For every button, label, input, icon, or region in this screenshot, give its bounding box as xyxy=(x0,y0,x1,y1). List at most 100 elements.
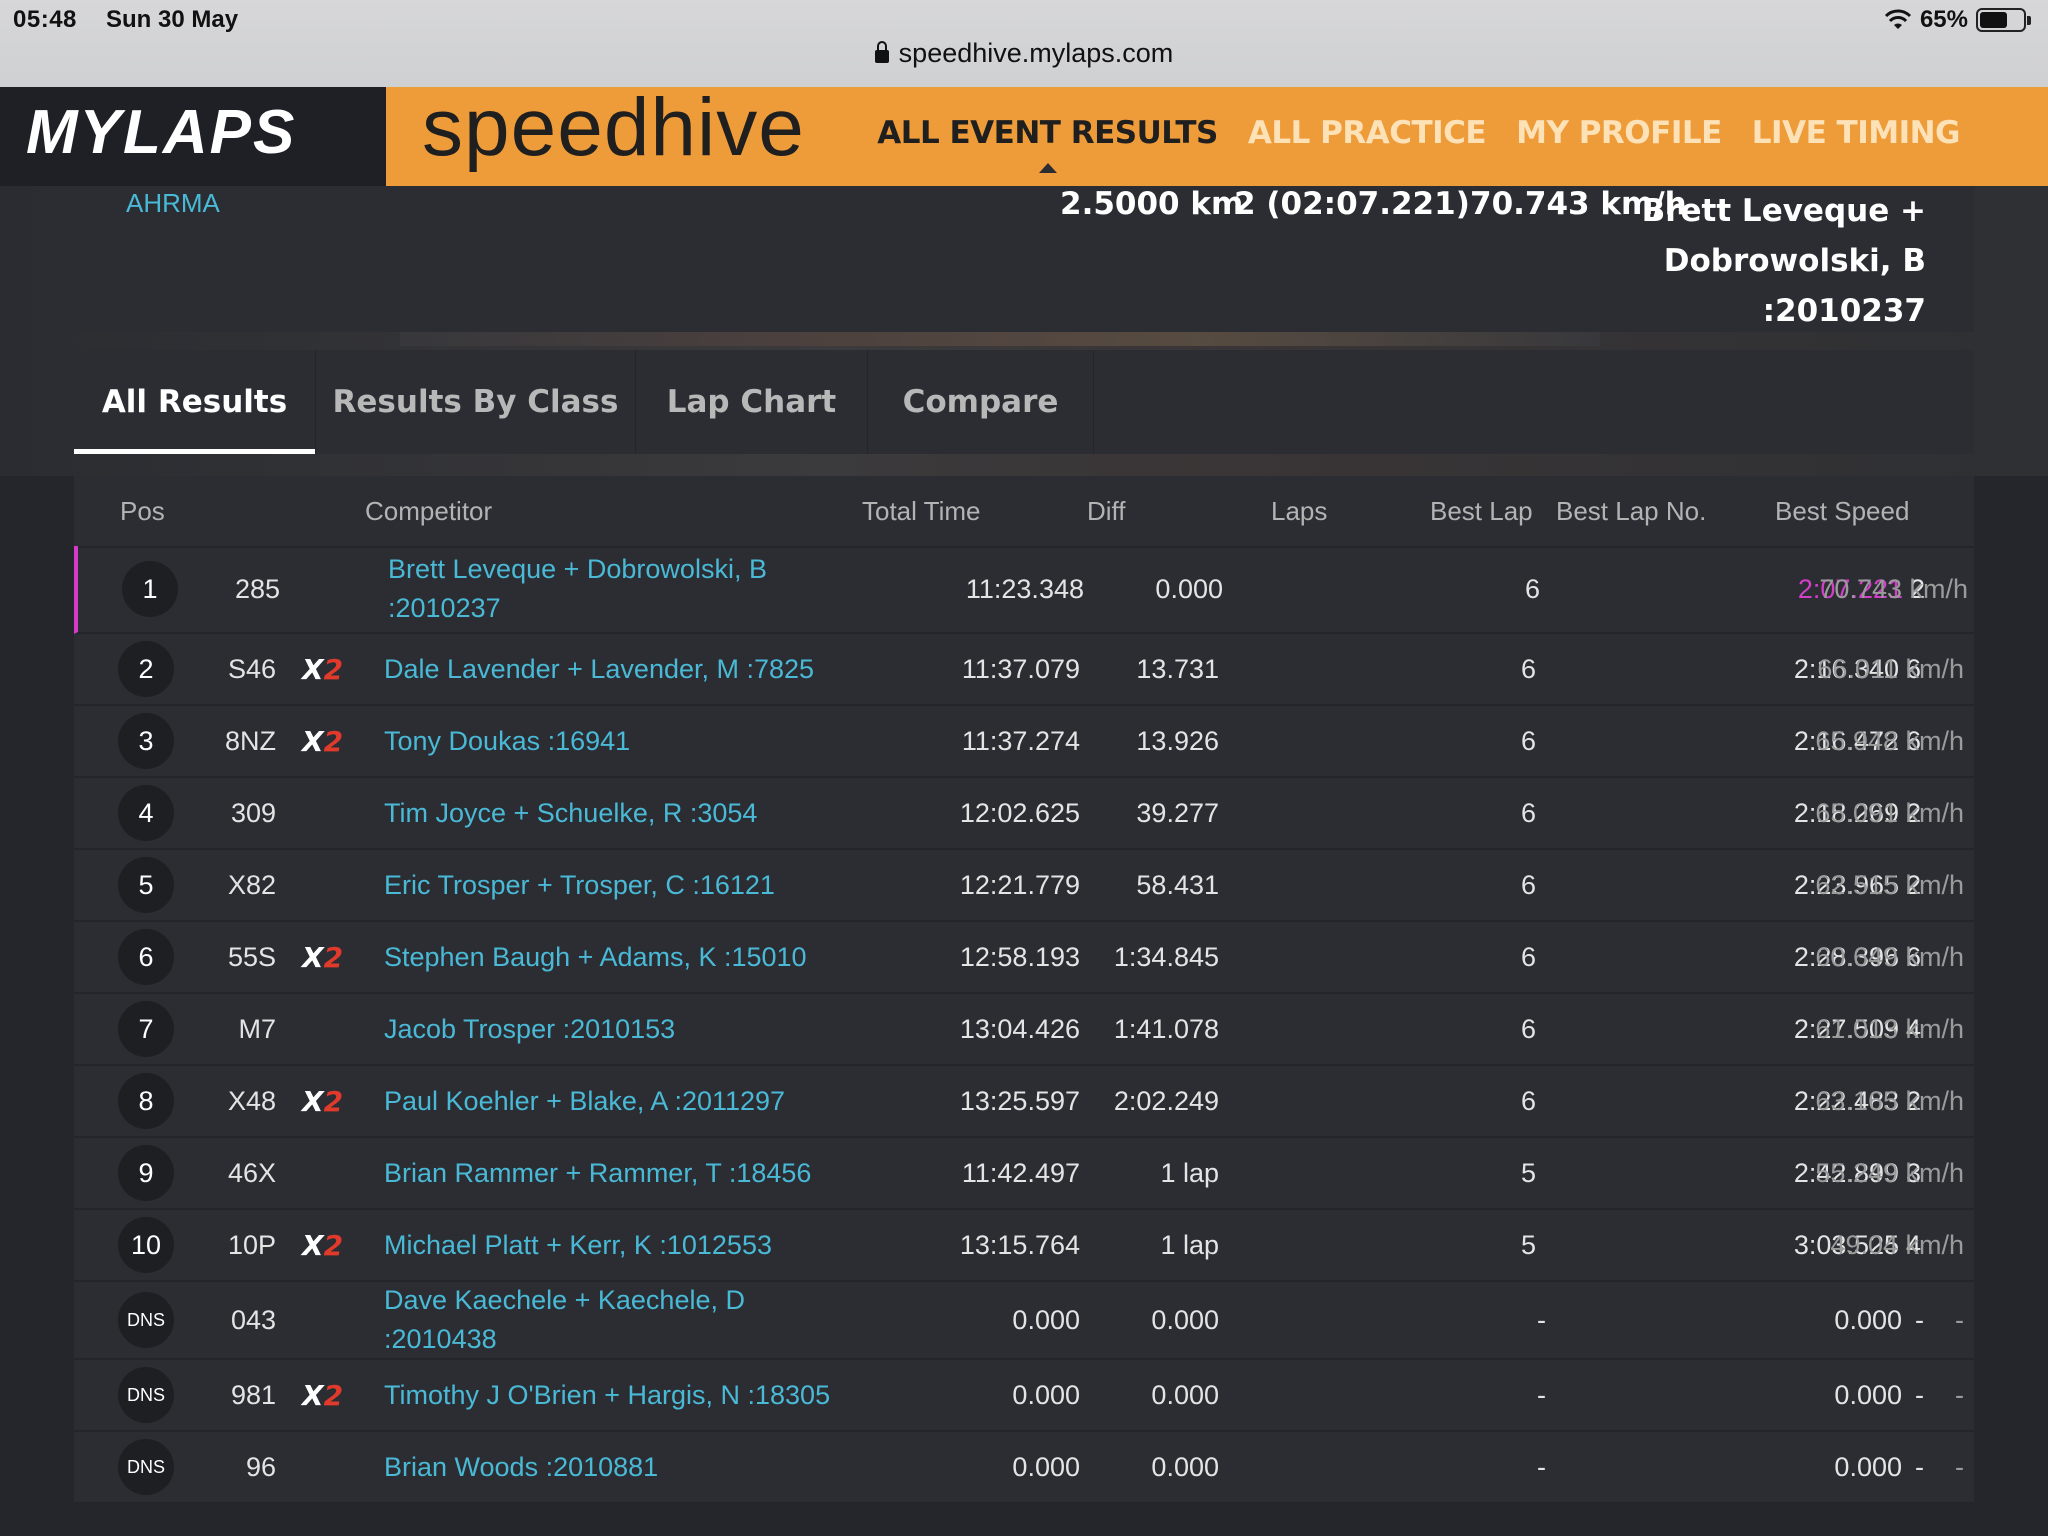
position-badge: 6 xyxy=(118,929,174,985)
col-pos[interactable]: Pos xyxy=(120,496,165,527)
table-row[interactable]: 8 X48 X2 Paul Koehler + Blake, A :2011297 13… xyxy=(74,1066,1974,1138)
table-row[interactable]: 10 10P X2 Michael Platt + Kerr, K :1012553 1… xyxy=(74,1210,1974,1282)
tab-all-results[interactable]: All Results xyxy=(74,350,316,454)
table-row[interactable]: 2 S46 X2 Dale Lavender + Lavender, M :7825 1… xyxy=(74,634,1974,706)
competitor-link[interactable]: Tim Joyce + Schuelke, R :3054 xyxy=(384,794,757,833)
competitor-link[interactable]: Jacob Trosper :2010153 xyxy=(384,1010,675,1049)
x2-badge: X2 xyxy=(302,652,344,686)
position-badge: 1 xyxy=(122,561,178,617)
total-time: 13:25.597 xyxy=(959,1085,1080,1116)
table-row[interactable]: 3 8NZ X2 Tony Doukas :16941 11:37.274 13.926 6… xyxy=(74,706,1974,778)
table-row[interactable]: DNS 981 X2 Timothy J O'Brien + Hargis, N :1… xyxy=(74,1360,1974,1432)
pos-cell: 3 xyxy=(118,706,178,776)
diff: 13.731 xyxy=(1136,653,1219,684)
total-time: 13:04.426 xyxy=(959,1013,1080,1044)
speedhive-logo[interactable]: speedhive xyxy=(422,81,805,175)
diff: 39.277 xyxy=(1136,797,1219,828)
lock-icon xyxy=(874,41,889,63)
competitor-link[interactable]: Timothy J O'Brien + Hargis, N :18305 xyxy=(384,1376,830,1415)
position-badge: 4 xyxy=(118,785,174,841)
table-row[interactable]: 7 M7 Jacob Trosper :2010153 13:04.426 1:41.0… xyxy=(74,994,1974,1066)
competitor-cell: Brett Leveque + Dobrowolski, B:2010237 xyxy=(388,546,948,632)
competitor-link[interactable]: Brian Woods :2010881 xyxy=(384,1448,658,1487)
competitor-link[interactable]: Dave Kaechele + Kaechele, D:2010438 xyxy=(384,1281,745,1359)
battery-icon xyxy=(1976,8,2031,32)
competitor-cell: Eric Trosper + Trosper, C :16121 xyxy=(384,850,944,920)
col-best-speed[interactable]: Best Speed xyxy=(1775,496,1909,527)
col-diff[interactable]: Diff xyxy=(1087,496,1126,527)
table-row[interactable]: DNS 043 Dave Kaechele + Kaechele, D:201043… xyxy=(74,1282,1974,1360)
diff: 2:02.249 xyxy=(1113,1085,1219,1116)
bike-number: 285 xyxy=(234,573,280,604)
table-row[interactable]: 9 46X Brian Rammer + Rammer, T :18456 11:42… xyxy=(74,1138,1974,1210)
diff: 0.000 xyxy=(1151,1379,1219,1410)
status-date: Sun 30 May xyxy=(106,6,239,33)
best-speed: 65.091 km/h xyxy=(1815,797,1964,828)
bike-number: S46 xyxy=(227,653,276,684)
competitor-cell: Stephen Baugh + Adams, K :15010 xyxy=(384,922,944,992)
status-right: 65% xyxy=(1884,6,2031,34)
competitor-link[interactable]: Tony Doukas :16941 xyxy=(384,722,630,761)
nav-all-event-results[interactable]: ALL EVENT RESULTS xyxy=(877,115,1218,173)
results-table: Pos Competitor Total Time Diff Laps Best… xyxy=(74,476,1974,1504)
bike-number: X48 xyxy=(227,1085,276,1116)
col-laps[interactable]: Laps xyxy=(1271,496,1327,527)
competitor-link[interactable]: Eric Trosper + Trosper, C :16121 xyxy=(384,866,775,905)
best-speed: - xyxy=(1955,1451,1964,1482)
brand-bar: speedhive ALL EVENT RESULTS ALL PRACTICE… xyxy=(386,82,2048,186)
total-time: 11:37.274 xyxy=(961,725,1080,756)
organization-link[interactable]: AHRMA xyxy=(126,188,220,219)
x2-badge: X2 xyxy=(302,940,344,974)
best-speed: 62.515 km/h xyxy=(1815,869,1964,900)
bike-number: 8NZ xyxy=(224,725,276,756)
table-row[interactable]: 6 55S X2 Stephen Baugh + Adams, K :15010 12:… xyxy=(74,922,1974,994)
total-time: 0.000 xyxy=(1012,1451,1080,1482)
tab-lap-chart[interactable]: Lap Chart xyxy=(636,350,868,454)
col-competitor[interactable]: Competitor xyxy=(365,496,492,527)
competitor-cell: Tony Doukas :16941 xyxy=(384,706,944,776)
results-tabs: All Results Results By Class Lap Chart C… xyxy=(74,350,1974,454)
tab-compare[interactable]: Compare xyxy=(868,350,1094,454)
tab-results-by-class[interactable]: Results By Class xyxy=(316,350,636,454)
competitor-link[interactable]: Dale Lavender + Lavender, M :7825 xyxy=(384,650,814,689)
pos-cell: 2 xyxy=(118,634,178,704)
competitor-link[interactable]: Brian Rammer + Rammer, T :18456 xyxy=(384,1154,811,1193)
diff: 1 lap xyxy=(1160,1229,1219,1260)
diff: 0.000 xyxy=(1155,573,1223,604)
status-time: 05:48 xyxy=(13,6,77,33)
col-best-lap[interactable]: Best Lap xyxy=(1430,496,1533,527)
total-time: 13:15.764 xyxy=(959,1229,1080,1260)
col-best-lap-no[interactable]: Best Lap No. xyxy=(1556,496,1706,527)
table-row[interactable]: 1 285 Brett Leveque + Dobrowolski, B:20102… xyxy=(74,546,1974,634)
diff: 0.000 xyxy=(1151,1304,1219,1335)
nav-live-timing[interactable]: LIVE TIMING xyxy=(1752,115,1961,151)
competitor-cell: Brian Rammer + Rammer, T :18456 xyxy=(384,1138,944,1208)
col-total-time[interactable]: Total Time xyxy=(862,496,981,527)
position-badge: 3 xyxy=(118,713,174,769)
diff: 1:41.078 xyxy=(1113,1013,1219,1044)
diff: 58.431 xyxy=(1136,869,1219,900)
ios-status-bar: 05:48 Sun 30 May 65% speedhive.mylaps.co… xyxy=(0,0,2048,87)
url-text: speedhive.mylaps.com xyxy=(898,38,1174,68)
competitor-cell: Dave Kaechele + Kaechele, D:2010438 xyxy=(384,1282,944,1358)
competitor-link[interactable]: Brett Leveque + Dobrowolski, B:2010237 xyxy=(388,550,767,628)
bike-number: 309 xyxy=(230,797,276,828)
table-row[interactable]: DNS 96 Brian Woods :2010881 0.000 0.000-0.00… xyxy=(74,1432,1974,1504)
competitor-link[interactable]: Paul Koehler + Blake, A :2011297 xyxy=(384,1082,785,1121)
bike-number: 96 xyxy=(245,1451,276,1482)
pos-cell: 10 xyxy=(118,1210,178,1280)
table-row[interactable]: 4 309 Tim Joyce + Schuelke, R :3054 12:02.6… xyxy=(74,778,1974,850)
table-row[interactable]: 5 X82 Eric Trosper + Trosper, C :16121 12:2… xyxy=(74,850,1974,922)
total-time: 11:23.348 xyxy=(965,573,1084,604)
best-speed: 66.011 km/h xyxy=(1817,653,1964,684)
mylaps-logo-box[interactable]: MYLAPS xyxy=(0,87,386,186)
competitor-cell: Tim Joyce + Schuelke, R :3054 xyxy=(384,778,944,848)
competitor-link[interactable]: Stephen Baugh + Adams, K :15010 xyxy=(384,938,807,977)
nav-my-profile[interactable]: MY PROFILE xyxy=(1516,115,1722,151)
total-time: 0.000 xyxy=(1012,1304,1080,1335)
nav-all-practice[interactable]: ALL PRACTICE xyxy=(1248,115,1487,151)
competitor-link[interactable]: Michael Platt + Kerr, K :1012553 xyxy=(384,1226,772,1265)
diff: 1 lap xyxy=(1160,1157,1219,1188)
address-bar[interactable]: speedhive.mylaps.com xyxy=(0,38,2048,69)
diff: 0.000 xyxy=(1151,1451,1219,1482)
